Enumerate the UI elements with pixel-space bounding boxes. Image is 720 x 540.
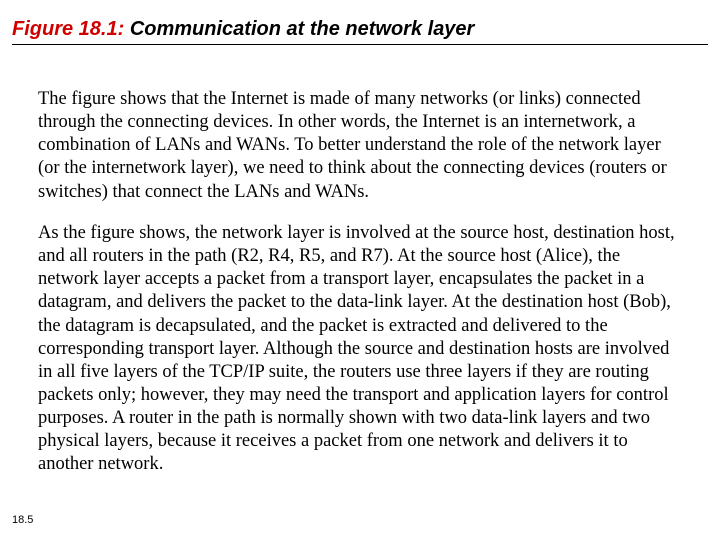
figure-title: Figure 18.1: Communication at the networ… — [12, 18, 474, 41]
figure-number: Figure 18.1: — [12, 18, 124, 40]
figure-caption: Communication at the network layer — [130, 18, 475, 40]
divider — [12, 44, 708, 45]
paragraph-2: As the figure shows, the network layer i… — [38, 222, 682, 476]
page-number: 18.5 — [12, 514, 33, 526]
slide-page: Figure 18.1: Communication at the networ… — [0, 0, 720, 540]
paragraph-1: The figure shows that the Internet is ma… — [38, 88, 682, 204]
